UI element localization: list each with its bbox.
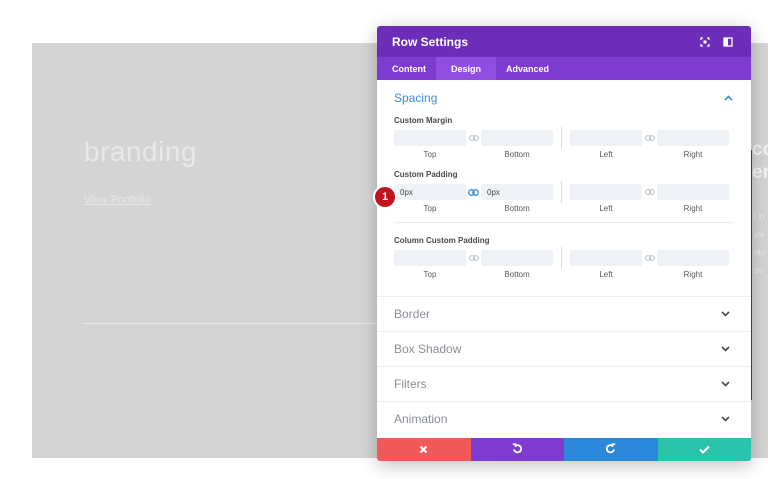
redo-icon	[605, 441, 616, 459]
custom-margin-top-input[interactable]	[394, 130, 466, 146]
right-column-text: l in yle ntu de	[754, 212, 766, 275]
save-button[interactable]	[657, 438, 751, 461]
row-settings-modal: Row Settings Content Design Advanced Spa…	[377, 26, 751, 461]
custom-margin-bottom-input[interactable]	[481, 130, 553, 146]
link-icon[interactable]	[466, 184, 481, 200]
chevron-up-icon[interactable]	[722, 92, 734, 104]
animation-group-title: Animation	[394, 412, 448, 426]
caption-top: Top	[423, 204, 437, 213]
right-column-heading: co er	[752, 139, 768, 183]
border-group-title: Border	[394, 307, 431, 321]
view-portfolio-link[interactable]: View Portfolio	[84, 194, 151, 206]
column-padding-right-input[interactable]	[657, 250, 729, 266]
custom-padding-right-input[interactable]	[657, 184, 729, 200]
sidebar-toggle-icon[interactable]	[720, 34, 736, 50]
settings-tabs: Content Design Advanced	[377, 57, 751, 80]
modal-title: Row Settings	[392, 34, 469, 49]
section-title: branding	[84, 136, 197, 167]
caption-right: Right	[683, 150, 703, 159]
undo-button[interactable]	[470, 438, 564, 461]
chevron-down-icon[interactable]	[719, 308, 731, 320]
field-separator	[561, 127, 562, 149]
custom-margin-label: Custom Margin	[394, 116, 453, 125]
caption-right: Right	[683, 270, 703, 279]
custom-margin-left-input[interactable]	[570, 130, 642, 146]
tab-content[interactable]: Content	[382, 57, 436, 80]
link-icon[interactable]	[642, 184, 657, 200]
undo-icon	[512, 441, 523, 459]
modal-body: Spacing Custom Margin Top Bottom Left Ri…	[377, 80, 751, 438]
caption-left: Left	[599, 270, 613, 279]
caption-bottom: Bottom	[504, 150, 530, 159]
box-shadow-group-title: Box Shadow	[394, 342, 462, 356]
custom-padding-top-input[interactable]: 0px	[394, 184, 466, 200]
link-icon[interactable]	[642, 250, 657, 266]
border-group[interactable]: Border	[377, 296, 751, 331]
column-custom-padding-label: Column Custom Padding	[394, 236, 490, 245]
section-divider	[84, 323, 384, 324]
chevron-down-icon[interactable]	[719, 378, 731, 390]
caption-bottom: Bottom	[504, 270, 530, 279]
close-icon	[419, 441, 428, 459]
custom-padding-captions: Top Bottom Left Right	[394, 204, 734, 214]
custom-padding-left-input[interactable]	[570, 184, 642, 200]
caption-right: Right	[683, 204, 703, 213]
link-icon[interactable]	[466, 250, 481, 266]
field-separator	[561, 181, 562, 203]
box-shadow-group[interactable]: Box Shadow	[377, 331, 751, 366]
custom-padding-label: Custom Padding	[394, 170, 458, 179]
animation-group[interactable]: Animation	[377, 401, 751, 436]
column-padding-top-input[interactable]	[394, 250, 466, 266]
column-padding-bottom-input[interactable]	[481, 250, 553, 266]
chevron-down-icon[interactable]	[719, 343, 731, 355]
custom-margin-captions: Top Bottom Left Right	[394, 150, 734, 160]
custom-padding-bottom-input[interactable]: 0px	[481, 184, 553, 200]
link-icon[interactable]	[642, 130, 657, 146]
caption-left: Left	[599, 150, 613, 159]
chevron-down-icon[interactable]	[719, 413, 731, 425]
redo-button[interactable]	[564, 438, 658, 461]
custom-margin-right-input[interactable]	[657, 130, 729, 146]
link-icon[interactable]	[466, 130, 481, 146]
step-badge: 1	[375, 187, 395, 207]
modal-header: Row Settings	[377, 26, 751, 57]
check-icon	[699, 441, 710, 459]
custom-margin-row	[394, 127, 734, 149]
column-custom-padding-row	[394, 247, 734, 269]
tab-design[interactable]: Design	[436, 57, 497, 80]
cancel-button[interactable]	[377, 438, 471, 461]
column-padding-captions: Top Bottom Left Right	[394, 270, 734, 280]
column-padding-left-input[interactable]	[570, 250, 642, 266]
custom-padding-row: 0px 0px	[394, 181, 734, 203]
caption-bottom: Bottom	[504, 204, 530, 213]
field-separator	[561, 247, 562, 269]
spacing-group-title: Spacing	[394, 90, 438, 105]
filters-group-title: Filters	[394, 377, 427, 391]
filters-group[interactable]: Filters	[377, 366, 751, 401]
section-divider	[394, 222, 734, 223]
expand-icon[interactable]	[697, 34, 713, 50]
caption-top: Top	[423, 150, 437, 159]
caption-left: Left	[599, 204, 613, 213]
modal-footer	[377, 438, 751, 461]
spacing-group: Spacing Custom Margin Top Bottom Left Ri…	[377, 80, 751, 296]
tab-advanced[interactable]: Advanced	[496, 57, 559, 80]
spacing-group-header[interactable]: Spacing	[394, 80, 734, 115]
caption-top: Top	[423, 270, 437, 279]
